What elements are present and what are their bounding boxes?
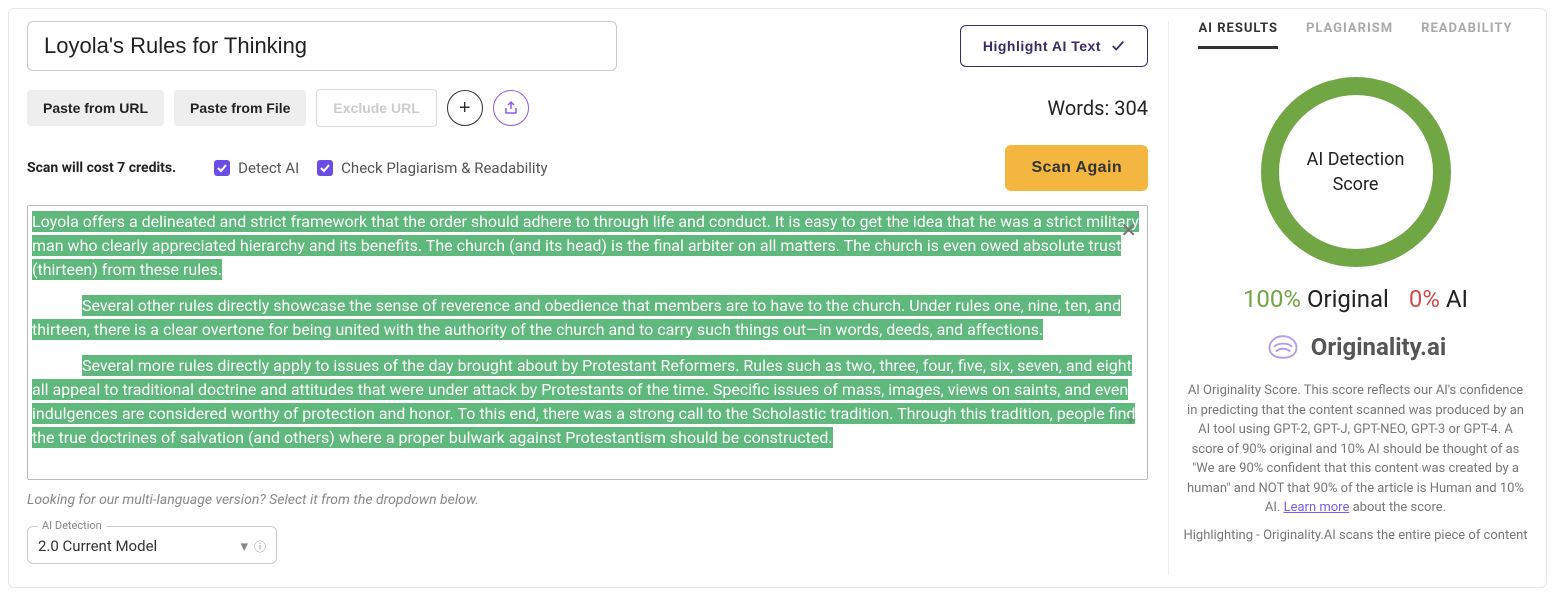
model-value: 2.0 Current Model: [38, 537, 157, 555]
checkbox-icon: [214, 160, 230, 176]
content-p1: Loyola offers a delineated and strict fr…: [32, 211, 1139, 280]
score-description: AI Originality Score. This score reflect…: [1183, 381, 1528, 518]
original-label: Original: [1307, 285, 1389, 313]
learn-more-link[interactable]: Learn more: [1284, 500, 1350, 515]
word-count: Words: 304: [1047, 96, 1148, 120]
model-legend: AI Detection: [38, 519, 106, 532]
share-icon: [503, 100, 519, 116]
title-input[interactable]: [27, 21, 617, 71]
brand-logo-icon: [1265, 333, 1301, 361]
content-p3: Several more rules directly apply to iss…: [32, 355, 1135, 448]
score-ring: AI Detection Score: [1261, 77, 1451, 267]
highlighting-description: Highlighting - Originality.AI scans the …: [1183, 528, 1528, 543]
credits-label: Scan will cost 7 credits.: [27, 160, 176, 176]
highlight-ai-button[interactable]: Highlight AI Text: [960, 25, 1148, 67]
share-button[interactable]: [493, 90, 529, 126]
checkbox-icon: [317, 160, 333, 176]
brand-name: Originality.ai: [1311, 333, 1446, 361]
paste-file-button[interactable]: Paste from File: [174, 90, 306, 126]
detect-ai-label: Detect AI: [238, 159, 299, 177]
tab-readability[interactable]: READABILITY: [1421, 21, 1512, 49]
detect-ai-option[interactable]: Detect AI: [214, 159, 299, 177]
info-icon: ⓘ: [254, 538, 266, 555]
exclude-url-button[interactable]: Exclude URL: [316, 89, 436, 127]
model-select[interactable]: AI Detection 2.0 Current Model ▾ ⓘ: [27, 526, 277, 564]
score-ring-l1: AI Detection: [1307, 147, 1405, 172]
check-icon: [1111, 39, 1125, 53]
paste-url-button[interactable]: Paste from URL: [27, 90, 164, 126]
add-button[interactable]: +: [447, 90, 483, 126]
original-pct: 100%: [1243, 285, 1301, 313]
content-editor[interactable]: ✕ ✦ Loyola offers a delineated and stric…: [27, 205, 1148, 480]
plagiarism-option[interactable]: Check Plagiarism & Readability: [317, 159, 547, 177]
tab-ai-results[interactable]: AI RESULTS: [1198, 21, 1278, 49]
tab-plagiarism[interactable]: PLAGIARISM: [1306, 21, 1393, 49]
score-ring-l2: Score: [1333, 172, 1379, 197]
scan-again-button[interactable]: Scan Again: [1005, 145, 1148, 191]
score-percents: 100% Original 0% AI: [1183, 285, 1528, 313]
content-p2: Several other rules directly showcase th…: [32, 295, 1121, 340]
language-hint: Looking for our multi-language version? …: [27, 492, 1148, 508]
ai-label: AI: [1446, 285, 1468, 313]
brand: Originality.ai: [1183, 333, 1528, 361]
plagiarism-label: Check Plagiarism & Readability: [341, 159, 547, 177]
highlight-ai-label: Highlight AI Text: [983, 38, 1101, 54]
plus-icon: +: [459, 97, 471, 120]
chevron-down-icon: ▾: [240, 537, 248, 555]
expand-icon[interactable]: ✦: [1125, 413, 1141, 429]
close-icon[interactable]: ✕: [1120, 218, 1137, 242]
ai-pct: 0%: [1409, 285, 1440, 313]
